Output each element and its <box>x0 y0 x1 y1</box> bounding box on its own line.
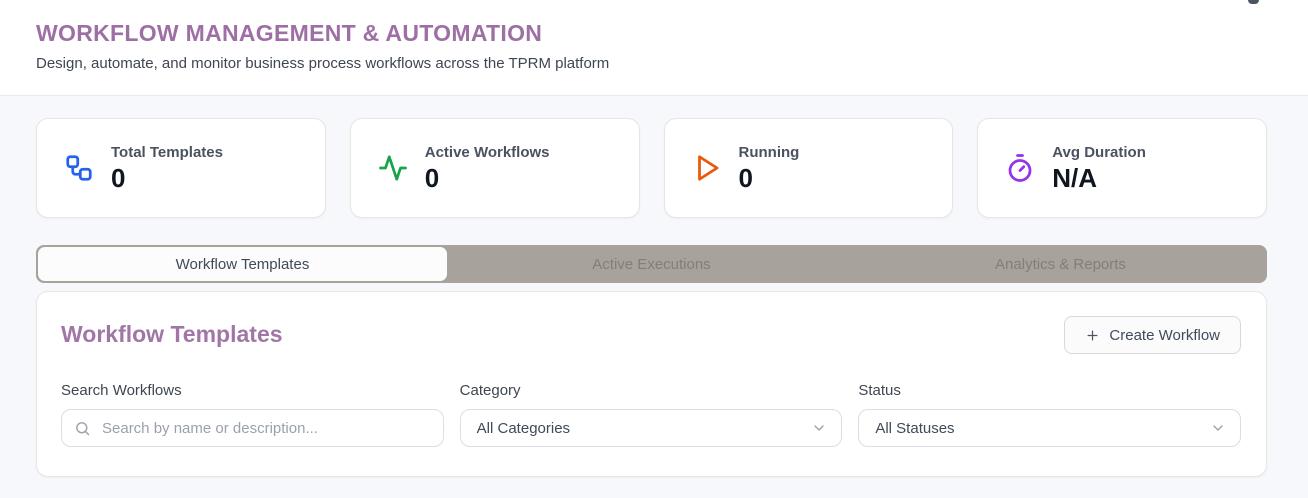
chevron-down-icon <box>814 425 825 431</box>
stat-label: Running <box>738 143 800 161</box>
workflow-management-page: WORKFLOW MANAGEMENT & AUTOMATION Design,… <box>0 0 1308 498</box>
panel-header: Workflow Templates Create Workflow <box>61 316 1241 354</box>
status-select[interactable]: All Statuses <box>858 409 1242 447</box>
filter-status: Status All Statuses <box>858 382 1242 447</box>
filter-search: Search Workflows <box>61 382 444 447</box>
category-label: Category <box>459 382 521 399</box>
page-content: Total Templates 0 Active Workflows 0 Run… <box>0 118 1308 477</box>
filters-row: Search Workflows Category All Categories <box>61 382 1242 447</box>
section-title: Workflow Templates <box>61 321 283 348</box>
category-select[interactable]: All Categories <box>459 409 843 447</box>
status-selected-value: All Statuses <box>875 419 955 437</box>
tab-analytics-reports[interactable]: Analytics & Reports <box>856 247 1265 281</box>
stat-card-total-templates: Total Templates 0 <box>36 118 326 218</box>
create-workflow-label: Create Workflow <box>1109 326 1220 344</box>
stat-label: Avg Duration <box>1052 143 1146 161</box>
stat-card-running: Running 0 <box>663 118 954 218</box>
status-label: Status <box>858 382 901 399</box>
stat-card-active-workflows: Active Workflows 0 <box>349 118 640 218</box>
search-box <box>61 409 444 447</box>
activity-icon <box>378 155 407 181</box>
page-header: WORKFLOW MANAGEMENT & AUTOMATION Design,… <box>0 0 1308 96</box>
tab-active-executions[interactable]: Active Executions <box>447 247 856 281</box>
stat-text: Avg Duration N/A <box>1052 144 1146 193</box>
tab-bar: Workflow Templates Active Executions Ana… <box>36 245 1267 283</box>
search-icon <box>76 421 90 435</box>
page-subtitle: Design, automate, and monitor business p… <box>36 54 610 72</box>
tab-workflow-templates[interactable]: Workflow Templates <box>38 247 447 281</box>
stat-value: 0 <box>424 162 440 193</box>
stat-label: Total Templates <box>111 143 223 161</box>
play-icon <box>697 155 718 181</box>
timer-icon <box>1008 154 1032 182</box>
stat-label: Active Workflows <box>424 143 550 161</box>
stat-text: Running 0 <box>739 144 800 193</box>
stat-card-avg-duration: Avg Duration N/A <box>977 118 1267 218</box>
stat-value: N/A <box>1052 162 1098 193</box>
category-selected-value: All Categories <box>476 419 571 437</box>
workflow-templates-panel: Workflow Templates Create Workflow Searc… <box>36 291 1267 477</box>
stat-value: 0 <box>738 162 753 193</box>
stat-text: Total Templates 0 <box>111 144 223 193</box>
chevron-down-icon <box>1213 425 1223 431</box>
stat-value: 0 <box>111 162 126 193</box>
search-input[interactable] <box>100 418 431 438</box>
stats-row: Total Templates 0 Active Workflows 0 Run… <box>36 118 1267 218</box>
filter-category: Category All Categories <box>459 382 843 447</box>
create-workflow-button[interactable]: Create Workflow <box>1064 316 1241 354</box>
workflow-icon <box>66 155 92 181</box>
plus-icon <box>1087 330 1098 340</box>
page-title: WORKFLOW MANAGEMENT & AUTOMATION <box>36 20 543 46</box>
search-label: Search Workflows <box>61 382 182 399</box>
stat-text: Active Workflows 0 <box>425 144 550 193</box>
